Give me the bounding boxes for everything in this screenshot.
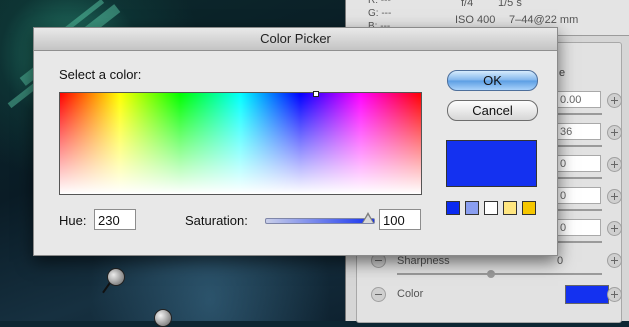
iso-readout: ISO 400 [455,14,496,26]
plus-icon[interactable] [607,125,622,140]
g-readout: G: --- [368,8,392,19]
color-spectrum-field[interactable] [59,91,422,195]
plus-icon[interactable] [607,287,622,302]
color-swatch[interactable] [565,285,609,304]
color-preview [446,140,537,187]
color-picker-dialog: Color Picker Select a color: Hue: 230 Sa… [33,27,558,256]
value-field[interactable]: 0 [555,155,601,172]
cancel-button[interactable]: Cancel [447,100,538,121]
sharpness-slider-thumb[interactable] [487,270,495,278]
lens-readout: 7–44@22 mm [509,14,579,26]
recent-swatch[interactable] [465,201,479,215]
select-color-label: Select a color: [59,67,142,82]
recent-swatch[interactable] [484,201,498,215]
value-field[interactable]: 36 [555,123,601,140]
saturation-slider-track[interactable] [265,218,375,224]
dialog-title: Color Picker [34,28,557,51]
saturation-input[interactable]: 100 [379,209,421,230]
sharpness-slider-track[interactable] [397,273,602,275]
color-label: Color [397,288,424,300]
plus-icon[interactable] [607,93,622,108]
recent-swatch[interactable] [503,201,517,215]
panel-header-fragment: e [559,67,566,79]
recent-swatch[interactable] [446,201,460,215]
adjustment-brush-pin[interactable] [107,268,125,286]
plus-icon[interactable] [607,189,622,204]
saturation-slider-thumb-fill [363,215,373,223]
plus-icon[interactable] [607,221,622,236]
shutter-readout: 1/5 s [498,0,522,9]
adjustment-brush-pin[interactable] [154,309,172,327]
spectrum-selection-marker[interactable] [313,91,319,97]
color-row: Color [357,285,622,315]
value-field[interactable]: 0 [555,219,601,236]
plus-icon[interactable] [607,157,622,172]
hue-input[interactable]: 230 [94,209,136,230]
recent-swatch[interactable] [522,201,536,215]
plus-icon[interactable] [607,253,622,268]
sharpness-value: 0 [557,255,564,267]
value-field[interactable]: 0.00 [555,91,601,108]
saturation-label: Saturation: [185,213,248,228]
minus-icon[interactable] [371,287,386,302]
value-field[interactable]: 0 [555,187,601,204]
ok-button[interactable]: OK [447,70,538,91]
sharpness-label: Sharpness [397,255,450,267]
r-readout: R: --- [368,0,391,6]
hue-label: Hue: [59,213,87,228]
aperture-readout: f/4 [461,0,474,9]
